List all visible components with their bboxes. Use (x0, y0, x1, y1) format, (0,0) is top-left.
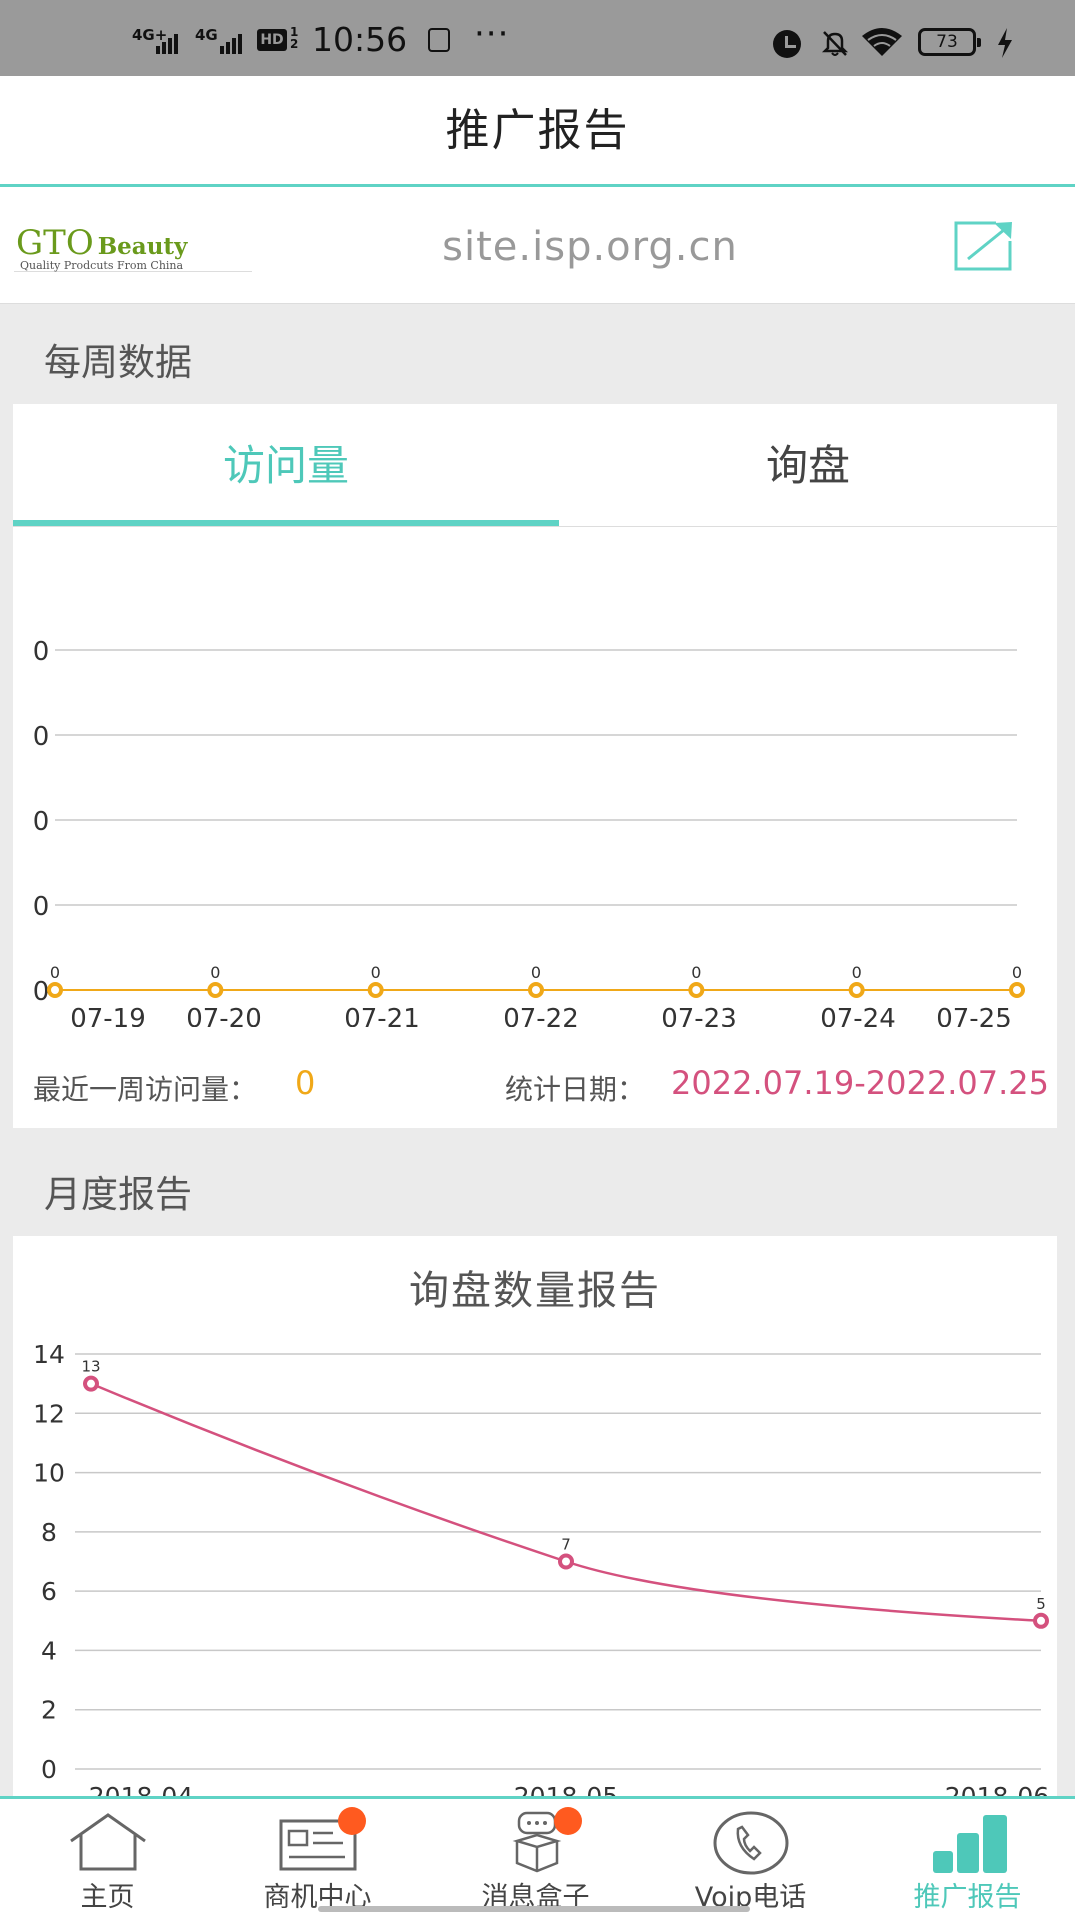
monthly-inquiry-chart: 0 2 4 6 8 10 12 14 13 2018-04 7 2018-05 5 2018-06 (33, 1340, 1049, 1796)
logo-tagline: Quality Prodcuts From China (20, 259, 184, 272)
share-icon[interactable] (952, 219, 1016, 273)
bell-off-icon (821, 31, 849, 56)
monthly-x-tick-label: 2018-04 (89, 1782, 193, 1796)
weekly-point-label: 0 (371, 963, 381, 982)
monthly-card: 0 2 4 6 8 10 12 14 13 2018-04 7 2018-05 5 2018-06 询盘数… (13, 1236, 1057, 1796)
weekly-x-tick-label: 07-24 (820, 1004, 896, 1027)
weekly-x-tick-label: 07-19 (70, 1004, 146, 1027)
charging-icon (998, 28, 1012, 58)
monthly-point-label: 13 (81, 1358, 100, 1376)
monthly-chart-title: 询盘数量报告 (409, 1268, 661, 1314)
weekly-y-tick-label: 0 (33, 977, 50, 1007)
monthly-y-tick-label: 8 (41, 1518, 57, 1547)
monthly-series-line (90, 1382, 1042, 1623)
signal-bars-1-icon (156, 28, 182, 54)
brand-logo: GTO Beauty Quality Prodcuts From China (14, 223, 252, 272)
nav-promotion-report[interactable]: 推广报告 (860, 1799, 1075, 1915)
home-icon (70, 1813, 146, 1871)
weekly-x-tick-label: 07-21 (344, 1004, 420, 1027)
tab-inquiry[interactable]: 询盘 (559, 404, 1057, 526)
logo-main-text: GTO (16, 223, 94, 263)
weekly-x-tick-label: 07-20 (186, 1004, 262, 1027)
wifi-icon (862, 28, 902, 56)
weekly-data-point (848, 982, 865, 998)
home-indicator (318, 1906, 750, 1912)
site-bar: GTO Beauty Quality Prodcuts From China si… (0, 187, 1075, 304)
nav-business-badge (338, 1807, 366, 1835)
weekly-visits-chart: 00000007-19007-20007-21007-22007-23007-2… (33, 637, 1025, 1027)
tab-visits[interactable]: 访问量 (13, 404, 559, 526)
site-url[interactable]: site.isp.org.cn (380, 187, 800, 307)
weekly-x-tick-label: 07-23 (661, 1004, 737, 1027)
title-bar: 推广报告 (0, 76, 1075, 187)
weekly-point-label: 0 (210, 963, 220, 982)
monthly-data-point (558, 1553, 574, 1570)
nav-report-label: 推广报告 (913, 1882, 1022, 1913)
weekly-y-tick-label: 0 (33, 722, 50, 752)
more-notifications-icon: ··· (474, 14, 510, 54)
weekly-point-label: 0 (852, 963, 862, 982)
weekly-y-tick-label: 0 (33, 637, 50, 667)
weekly-point-label: 0 (1012, 963, 1022, 982)
weekly-x-tick-label: 07-22 (503, 1004, 579, 1027)
page-title: 推广报告 (445, 105, 630, 156)
hd-sub-label: 1 2 (290, 25, 299, 51)
weekly-data-point (207, 982, 224, 998)
monthly-y-tick-label: 6 (41, 1577, 57, 1606)
nav-home-label: 主页 (80, 1882, 135, 1913)
nav-voip[interactable]: Voip电话 (643, 1799, 858, 1915)
monthly-y-tick-label: 0 (41, 1755, 57, 1784)
weekly-data-point (688, 982, 705, 998)
monthly-point-label: 7 (561, 1536, 571, 1554)
weekly-y-tick-label: 0 (33, 807, 50, 837)
monthly-x-tick-label: 2018-06 (945, 1782, 1049, 1796)
weekly-summary-value: 0 (295, 1064, 316, 1102)
nav-business-center[interactable]: 商机中心 (210, 1799, 425, 1915)
bar-chart-icon (933, 1815, 1007, 1873)
weekly-card: 访问量 询盘 0 0 0 0 0 0 07-19 0 07-20 0 07-21 0 07-22 0 07-… (13, 404, 1057, 1128)
nav-home[interactable]: 主页 (0, 1799, 215, 1915)
monthly-y-tick-label: 12 (33, 1399, 65, 1428)
logo-suffix-text: Beauty (97, 233, 188, 260)
weekly-point-label: 0 (50, 963, 60, 982)
weekly-data-point (1009, 982, 1025, 998)
weekly-section-title: 每周数据 (44, 341, 192, 384)
monthly-y-tick-label: 14 (33, 1340, 65, 1369)
monthly-point-label: 5 (1036, 1595, 1046, 1613)
weekly-summary-label: 最近一周访问量： (33, 1073, 258, 1106)
status-bar: 4G+ 4G HD 1 2 10:56 ··· 73 (0, 0, 1075, 76)
stat-date-value: 2022.07.19-2022.07.25 (671, 1064, 1049, 1102)
monthly-data-point (1033, 1612, 1049, 1629)
weekly-y-tick-label: 0 (33, 892, 50, 922)
signal-bars-2-icon (220, 28, 246, 54)
weekly-point-label: 0 (531, 963, 541, 982)
monthly-section-title: 月度报告 (44, 1173, 192, 1216)
monthly-x-tick-label: 2018-05 (514, 1782, 618, 1796)
weekly-point-label: 0 (691, 963, 701, 982)
nav-message-box[interactable]: 消息盒子 (428, 1799, 643, 1915)
usb-icon (428, 28, 450, 52)
monthly-y-tick-label: 2 (41, 1696, 57, 1725)
battery-icon: 73 (918, 28, 981, 56)
clock: 10:56 (312, 20, 408, 59)
alarm-icon (773, 30, 801, 58)
weekly-data-point (47, 982, 63, 998)
monthly-y-tick-label: 10 (33, 1459, 65, 1488)
weekly-data-point (367, 982, 384, 998)
hd-voice-icon: HD (257, 29, 287, 51)
monthly-data-point (83, 1375, 99, 1392)
signal-label-2: 4G (195, 26, 218, 44)
weekly-data-point (528, 982, 544, 998)
bottom-nav: 主页 商机中心 消息盒子 Voip电话 推广报告 (0, 1796, 1075, 1918)
phone-icon (713, 1811, 789, 1875)
stat-date-label: 统计日期： (505, 1073, 646, 1106)
weekly-x-tick-label: 07-25 (936, 1004, 1012, 1027)
nav-message-badge (554, 1807, 582, 1835)
monthly-y-tick-label: 4 (41, 1636, 57, 1665)
